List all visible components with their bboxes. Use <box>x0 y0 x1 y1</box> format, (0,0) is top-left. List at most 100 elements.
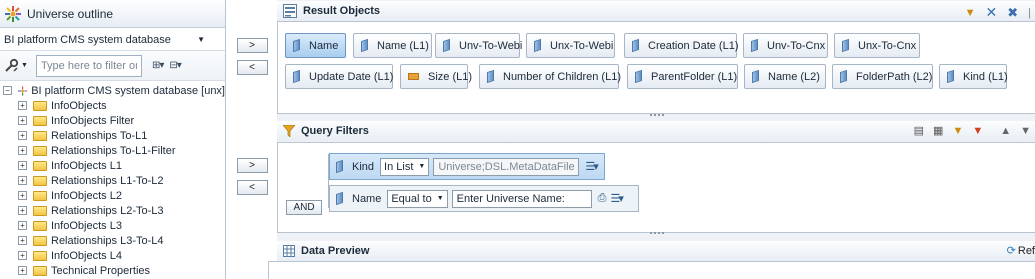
chevron-down-icon[interactable]: ▼ <box>21 62 28 69</box>
datasource-select[interactable]: BI platform CMS system database ▼ <box>0 29 225 51</box>
filter-operator-value: Equal to <box>391 192 432 205</box>
filter-icon[interactable]: ▼ <box>965 7 976 19</box>
list-values-icon[interactable]: ☰▾ <box>610 192 623 205</box>
subquery-icon[interactable]: ▦ <box>933 124 943 137</box>
tree-folder[interactable]: + Relationships L2-To-L3 <box>0 203 225 218</box>
folder-icon <box>33 145 47 156</box>
result-object-label: Name (L2) <box>768 70 820 83</box>
result-objects-pane: Name Name (L1) Unv-To-Webi Unx-To-Webi Creat… <box>277 21 1035 117</box>
result-object-chip[interactable]: Unv-To-Cnx <box>743 33 828 58</box>
filter-operator-select[interactable]: In List ▼ <box>380 157 430 176</box>
folder-icon <box>33 175 47 186</box>
tree-folder[interactable]: + InfoObjects L3 <box>0 218 225 233</box>
expand-icon[interactable]: + <box>18 266 27 275</box>
remove-from-results-button[interactable]: < <box>236 60 268 75</box>
result-object-chip[interactable]: Name (L1) <box>353 33 432 58</box>
expand-icon[interactable]: + <box>18 221 27 230</box>
prompt-icon[interactable]: ⎙ <box>598 192 607 205</box>
expand-icon[interactable]: + <box>18 131 27 140</box>
remove-filter-icon[interactable]: ▼ <box>972 125 983 137</box>
result-object-chip[interactable]: Unx-To-Webi <box>526 33 615 58</box>
expand-icon[interactable]: + <box>18 161 27 170</box>
remove-icon[interactable]: ✕ <box>986 4 998 21</box>
expand-all-icon[interactable]: ⊞▾ <box>152 60 164 71</box>
result-object-label: Unx-To-Cnx <box>858 39 917 52</box>
expand-icon[interactable]: + <box>18 251 27 260</box>
filter-row-name[interactable]: Name Equal to ▼ Enter Universe Name: ⎙ ☰▾ <box>329 185 639 212</box>
query-panel-main: Result Objects ▼ ✕ ✖ | Name Name (L1) Unv-… <box>268 0 1035 279</box>
remove-from-filters-button[interactable]: < <box>236 180 268 195</box>
result-object-chip[interactable]: Number of Children (L1) <box>479 64 621 89</box>
and-operator-button[interactable]: AND <box>286 200 322 215</box>
tree-folder[interactable]: + InfoObjects Filter <box>0 113 225 128</box>
tree-root[interactable]: − BI platform CMS system database [unx] <box>0 83 225 98</box>
datasource-name: BI platform CMS system database <box>4 33 171 46</box>
add-to-results-button[interactable]: > <box>236 38 268 53</box>
tree-folder[interactable]: + Relationships To-L1-Filter <box>0 143 225 158</box>
expand-icon[interactable]: + <box>18 146 27 155</box>
move-down-icon[interactable]: ▼ <box>1020 125 1031 137</box>
dimension-icon <box>752 69 759 84</box>
refresh-icon[interactable]: ⟳ <box>1007 244 1016 257</box>
tree-folder[interactable]: + Technical Properties <box>0 263 225 278</box>
table-icon <box>283 245 295 257</box>
expand-icon[interactable]: + <box>18 191 27 200</box>
outline-filter-input[interactable] <box>35 54 142 77</box>
add-filter-icon[interactable]: ▼ <box>952 125 963 137</box>
universe-outline-title: Universe outline <box>27 6 114 21</box>
result-object-chip[interactable]: Unx-To-Cnx <box>834 33 920 58</box>
list-values-icon[interactable]: ☰▾ <box>585 160 598 173</box>
query-filters-pane: AND Kind In List ▼ Universe;DSL.MetaDataF… <box>277 142 1035 235</box>
more-icon[interactable]: | <box>1028 7 1031 19</box>
predefined-filter-icon[interactable]: ▤ <box>914 124 924 137</box>
tree-folder[interactable]: + Relationships L3-To-L4 <box>0 233 225 248</box>
dimension-icon <box>293 69 300 84</box>
filter-value-field[interactable]: Enter Universe Name: <box>451 189 592 208</box>
filter-row-kind[interactable]: Kind In List ▼ Universe;DSL.MetaDataFile … <box>329 153 605 180</box>
result-object-chip[interactable]: FolderPath (L2) <box>832 64 933 89</box>
filter-value-field[interactable]: Universe;DSL.MetaDataFile <box>433 157 580 176</box>
tree-folder[interactable]: + Relationships To-L1 <box>0 128 225 143</box>
result-object-chip[interactable]: Name <box>285 33 346 58</box>
splitter-grip[interactable] <box>649 232 664 235</box>
tree-root-label: BI platform CMS system database [unx] <box>31 84 225 97</box>
result-object-chip[interactable]: Kind (L1) <box>939 64 1008 89</box>
result-object-chip[interactable]: Name (L2) <box>744 64 826 89</box>
result-object-chip[interactable]: ParentFolder (L1) <box>627 64 738 89</box>
tree-folder[interactable]: + InfoObjects L1 <box>0 158 225 173</box>
add-to-filters-button[interactable]: > <box>236 158 268 173</box>
dimension-icon <box>842 38 849 53</box>
tree-folder-label: Relationships L1-To-L2 <box>51 174 164 187</box>
dimension-icon <box>336 191 343 206</box>
remove-all-icon[interactable]: ✖ <box>1007 5 1018 21</box>
tree-folder[interactable]: + Relationships L1-To-L2 <box>0 173 225 188</box>
dimension-icon <box>293 38 300 53</box>
filter-operator-select[interactable]: Equal to ▼ <box>387 189 448 208</box>
folder-icon <box>33 115 47 126</box>
chevron-down-icon: ▼ <box>197 35 205 44</box>
result-object-chip[interactable]: Creation Date (L1) <box>624 33 739 58</box>
splitter-grip[interactable] <box>649 114 664 117</box>
tools-icon[interactable] <box>4 58 20 74</box>
outline-filter-bar: ▼ ⊞▾ ⊟▾ <box>0 51 225 81</box>
dimension-icon <box>751 38 758 53</box>
expand-icon[interactable]: + <box>18 176 27 185</box>
expand-icon[interactable]: + <box>18 101 27 110</box>
result-object-label: Size (L1) <box>428 70 473 83</box>
tree-folder-label: Relationships To-L1-Filter <box>51 144 176 157</box>
collapse-icon[interactable]: − <box>3 86 12 95</box>
universe-tree: − BI platform CMS system database [unx] … <box>0 81 225 278</box>
tree-folder[interactable]: + InfoObjects L4 <box>0 248 225 263</box>
tree-folder[interactable]: + InfoObjects <box>0 98 225 113</box>
collapse-all-icon[interactable]: ⊟▾ <box>169 60 181 71</box>
move-up-icon[interactable]: ▲ <box>1000 125 1011 137</box>
expand-icon[interactable]: + <box>18 116 27 125</box>
expand-icon[interactable]: + <box>18 236 27 245</box>
expand-icon[interactable]: + <box>18 206 27 215</box>
tree-folder[interactable]: + InfoObjects L2 <box>0 188 225 203</box>
folder-icon <box>33 100 47 111</box>
result-object-chip[interactable]: Size (L1) <box>400 64 472 89</box>
result-object-chip[interactable]: Unv-To-Webi <box>435 33 522 58</box>
refresh-label[interactable]: Ref <box>1018 245 1035 257</box>
result-object-chip[interactable]: Update Date (L1) <box>285 64 393 89</box>
